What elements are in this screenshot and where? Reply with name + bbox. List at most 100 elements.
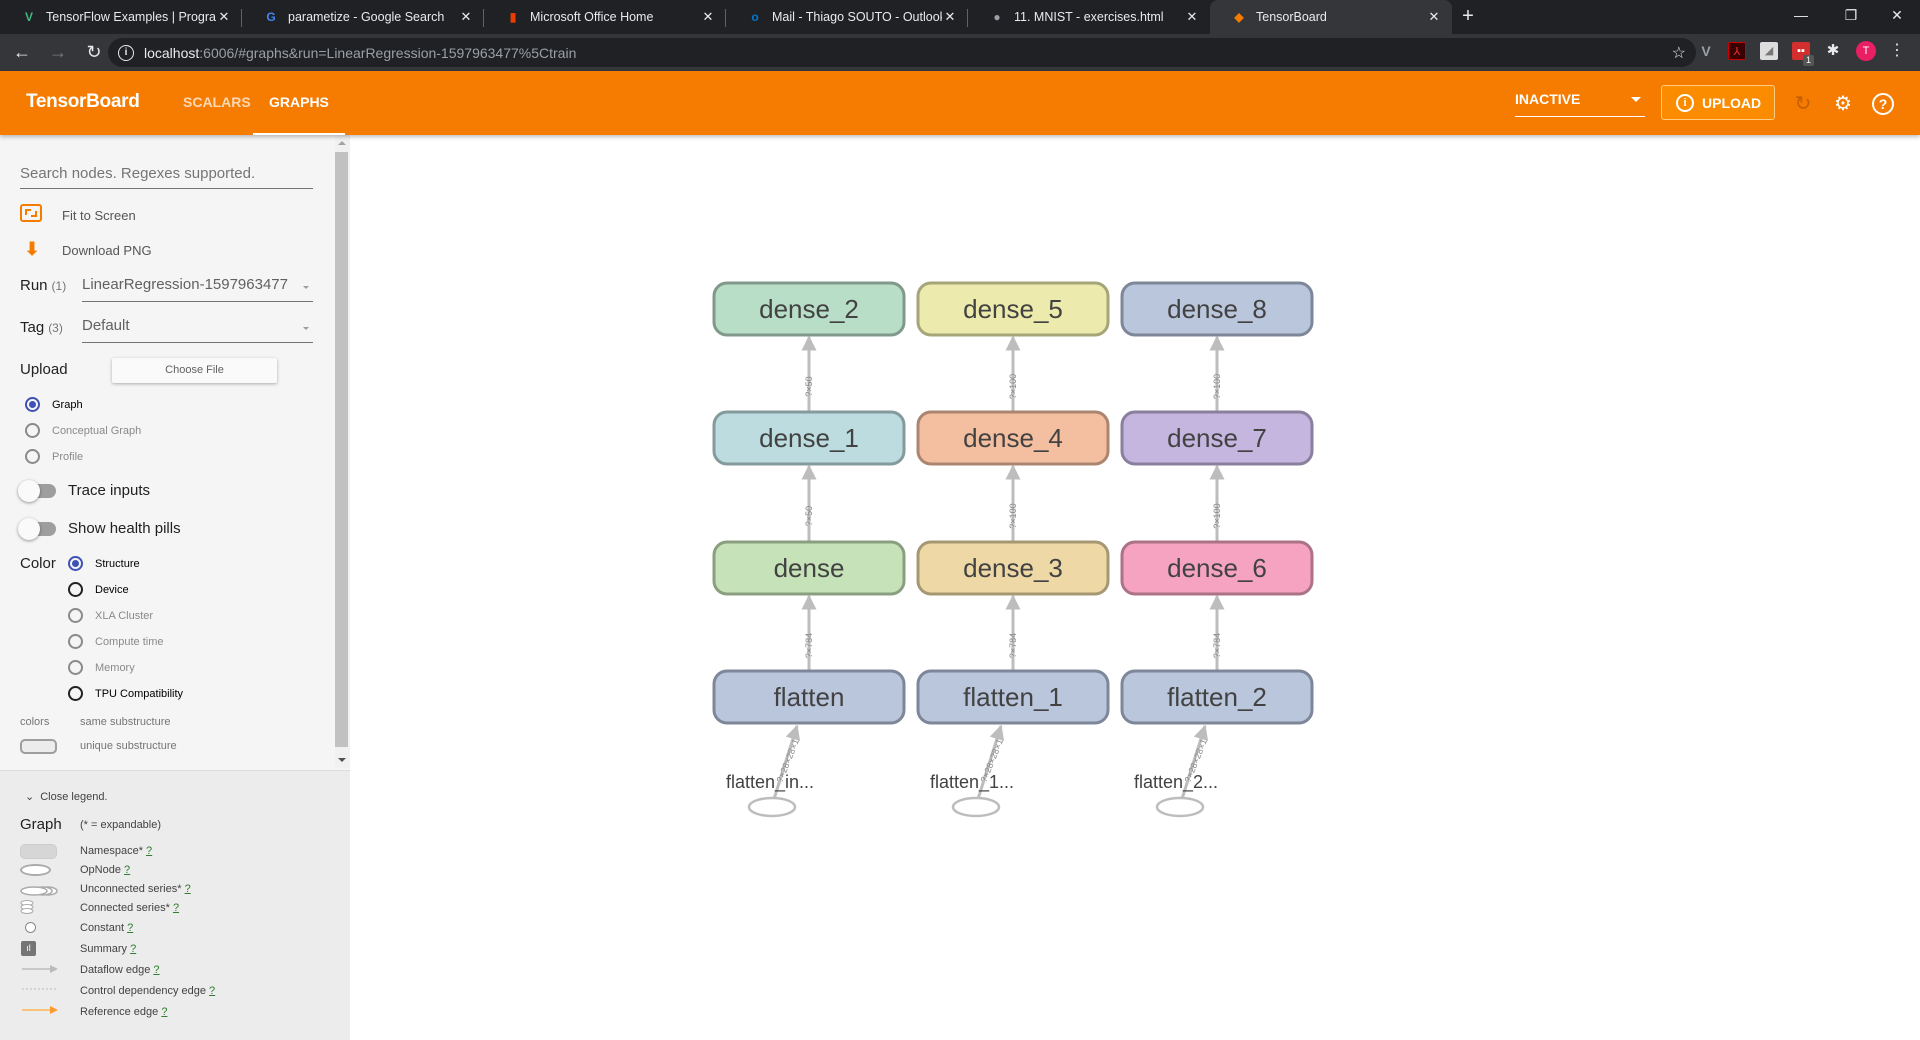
tensorboard-header: TensorBoard SCALARS GRAPHS INACTIVE i UP…	[0, 71, 1920, 135]
chevron-down-icon	[1631, 97, 1641, 102]
reference-edge-icon	[20, 1002, 60, 1014]
search-nodes-input[interactable]: Search nodes. Regexes supported.	[20, 165, 313, 189]
unique-substructure-label: unique substructure	[80, 740, 177, 752]
graph-node-dense_5[interactable]: dense_5	[916, 281, 1110, 337]
forward-button[interactable]: →	[44, 39, 72, 67]
scroll-up-arrow-icon[interactable]	[338, 141, 346, 145]
radio-icon	[25, 449, 40, 464]
help-link[interactable]: ?	[130, 943, 136, 955]
run-select[interactable]: LinearRegression-1597963477	[82, 276, 313, 302]
graph-node-dense_4[interactable]: dense_4	[916, 410, 1110, 466]
trace-inputs-toggle[interactable]: Trace inputs	[18, 479, 150, 502]
new-tab-button[interactable]: +	[1452, 0, 1484, 34]
help-link[interactable]: ?	[124, 864, 130, 876]
help-link[interactable]: ?	[161, 1006, 167, 1018]
window-close-button[interactable]: ✕	[1874, 0, 1920, 30]
plugin-status-select[interactable]: INACTIVE	[1515, 91, 1645, 117]
graph-svg[interactable]: ?×28×28×1flatten_in...?×784?×50?×50flatt…	[350, 135, 1920, 1040]
graph-legend: ⌄ Close legend. Graph (* = expandable) Na…	[0, 770, 350, 1040]
help-link[interactable]: ?	[185, 883, 191, 895]
reload-button[interactable]: ↻	[80, 39, 108, 67]
graph-node-dense_7[interactable]: dense_7	[1120, 410, 1314, 466]
address-bar[interactable]: i localhost:6006/#graphs&run=LinearRegre…	[108, 38, 1696, 67]
profile-avatar[interactable]: T	[1856, 41, 1876, 61]
color-compute-time-radio[interactable]: Compute time	[68, 634, 163, 649]
graph-node-dense_3[interactable]: dense_3	[916, 540, 1110, 596]
graph-canvas[interactable]: ?×28×28×1 flatten_in... ?×784 ?×50 ?×50 flatt…	[350, 135, 1920, 1040]
graph-type-conceptual-radio[interactable]: Conceptual Graph	[25, 423, 141, 438]
graph-node-dense_2[interactable]: dense_2	[712, 281, 906, 337]
minimize-button[interactable]: —	[1778, 0, 1824, 30]
color-memory-radio[interactable]: Memory	[68, 660, 135, 675]
health-pills-toggle[interactable]: Show health pills	[18, 517, 181, 540]
help-link[interactable]: ?	[146, 845, 152, 857]
help-link[interactable]: ?	[127, 922, 133, 934]
bookmark-star-icon[interactable]: ☆	[1672, 43, 1686, 63]
extensions-puzzle-icon[interactable]: ✱	[1824, 42, 1842, 60]
url-host: localhost	[144, 44, 200, 61]
colors-label: colors	[20, 716, 50, 728]
legend-item-opnode: OpNode ?	[80, 864, 131, 876]
input-op-label: flatten_2...	[1134, 772, 1218, 793]
graph-node-flatten_1[interactable]: flatten_1	[916, 669, 1110, 725]
browser-menu-icon[interactable]: ⋮	[1888, 42, 1906, 60]
tab-close-icon[interactable]: ✕	[1426, 9, 1442, 25]
fit-to-screen-button[interactable]: Fit to Screen	[20, 204, 136, 226]
tag-select[interactable]: Default	[82, 317, 313, 343]
leaf-extension-icon[interactable]: ◢	[1760, 42, 1778, 60]
tab-close-icon[interactable]: ✕	[458, 9, 474, 25]
vue-devtools-extension-icon[interactable]: V	[1697, 42, 1715, 60]
reload-icon[interactable]: ↻	[1792, 93, 1814, 115]
help-link[interactable]: ?	[173, 902, 179, 914]
input-op-node[interactable]	[747, 796, 797, 818]
tab-close-icon[interactable]: ✕	[1184, 9, 1200, 25]
help-icon[interactable]: ?	[1872, 93, 1894, 115]
browser-tab[interactable]: ● 11. MNIST - exercises.html ✕	[968, 0, 1210, 34]
browser-tab[interactable]: ▮ Microsoft Office Home ✕	[484, 0, 726, 34]
site-info-icon[interactable]: i	[118, 44, 134, 61]
scroll-down-arrow-icon[interactable]	[338, 758, 346, 762]
back-button[interactable]: ←	[8, 39, 36, 67]
help-link[interactable]: ?	[209, 985, 215, 997]
graph-node-dense_6[interactable]: dense_6	[1120, 540, 1314, 596]
graph-type-graph-radio[interactable]: Graph	[25, 397, 83, 412]
graph-node-flatten[interactable]: flatten	[712, 669, 906, 725]
pdf-extension-icon[interactable]: ⅄	[1728, 42, 1746, 60]
graph-node-dense_1[interactable]: dense_1	[712, 410, 906, 466]
color-device-radio[interactable]: Device	[68, 582, 129, 597]
input-op-node[interactable]	[1155, 796, 1205, 818]
constant-icon	[25, 922, 36, 933]
sidebar-scrollbar[interactable]	[335, 135, 350, 768]
graph-node-flatten_2[interactable]: flatten_2	[1120, 669, 1314, 725]
node-label: flatten_1	[963, 682, 1063, 712]
restore-button[interactable]: ❐	[1828, 0, 1874, 30]
upload-button[interactable]: i UPLOAD	[1661, 85, 1775, 120]
legend-item-control-dependency-edge: Control dependency edge ?	[80, 985, 216, 997]
tab-graphs[interactable]: GRAPHS	[253, 71, 345, 135]
download-png-button[interactable]: ⬇ Download PNG	[20, 239, 151, 261]
tab-scalars[interactable]: SCALARS	[167, 71, 267, 135]
close-legend-button[interactable]: ⌄ Close legend.	[25, 790, 108, 803]
toggle-knob	[18, 479, 40, 502]
run-label: Run	[20, 277, 48, 294]
browser-tab[interactable]: Gparametize - Google Search ✕	[242, 0, 484, 34]
color-xla-radio[interactable]: XLA Cluster	[68, 608, 153, 623]
graph-node-dense[interactable]: dense	[712, 540, 906, 596]
tab-close-icon[interactable]: ✕	[216, 9, 232, 25]
browser-tab[interactable]: o Mail - Thiago SOUTO - Outlook ✕	[726, 0, 968, 34]
radio-icon	[68, 582, 83, 597]
color-structure-radio[interactable]: Structure	[68, 556, 140, 571]
settings-gear-icon[interactable]: ⚙	[1832, 93, 1854, 115]
color-tpu-radio[interactable]: TPU Compatibility	[68, 686, 183, 701]
browser-tab[interactable]: ◆ TensorBoard ✕	[1210, 0, 1452, 34]
scrollbar-thumb[interactable]	[335, 152, 348, 747]
choose-file-button[interactable]: Choose File	[112, 358, 277, 383]
tab-close-icon[interactable]: ✕	[700, 9, 716, 25]
node-label: dense_7	[1167, 423, 1267, 453]
tab-close-icon[interactable]: ✕	[942, 9, 958, 25]
browser-tab[interactable]: V TensorFlow Examples | Programm✕	[0, 0, 242, 34]
input-op-node[interactable]	[951, 796, 1001, 818]
help-link[interactable]: ?	[153, 964, 159, 976]
graph-type-profile-radio[interactable]: Profile	[25, 449, 83, 464]
graph-node-dense_8[interactable]: dense_8	[1120, 281, 1314, 337]
